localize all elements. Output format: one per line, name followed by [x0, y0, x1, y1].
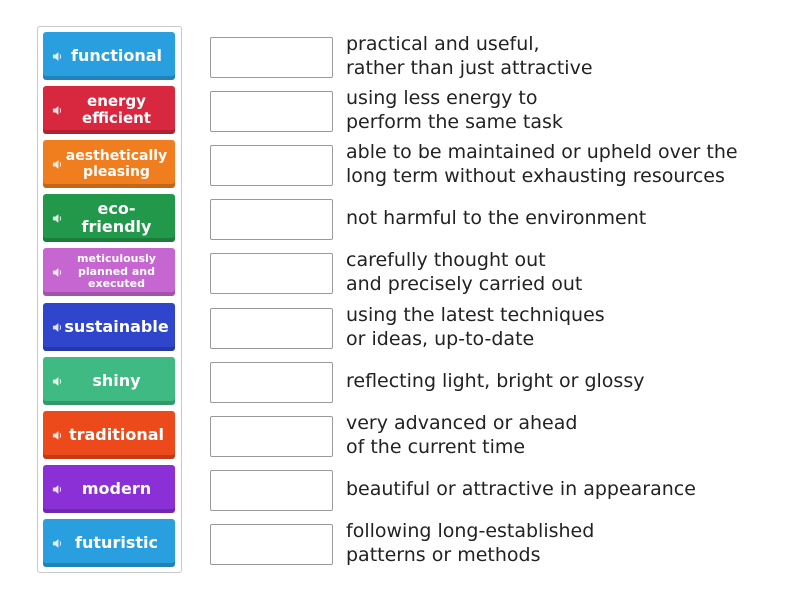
word-tile-label: functional — [70, 45, 163, 65]
definition-line-1: not harmful to the environment — [346, 207, 647, 229]
answer-slot[interactable] — [210, 524, 333, 565]
definition-text: using less energy to perform the same tas… — [346, 83, 786, 137]
definition-text: able to be maintained or upheld over the… — [346, 137, 786, 191]
answer-slot[interactable] — [210, 362, 333, 403]
definition-text: reflecting light, bright or glossy — [346, 354, 786, 408]
word-tile-label: energy efficient — [82, 91, 151, 127]
word-tile[interactable]: futuristic — [43, 519, 175, 567]
definition-line-2: and precisely carried out — [346, 273, 583, 295]
definition-text: beautiful or attractive in appearance — [346, 462, 786, 516]
definition-line-1: using the latest techniques — [346, 304, 605, 326]
definition-line-1: carefully thought out — [346, 249, 546, 271]
word-tile[interactable]: modern — [43, 465, 175, 513]
word-tile-label: modern — [81, 478, 152, 498]
word-tile[interactable]: traditional — [43, 411, 175, 459]
speaker-icon[interactable] — [50, 482, 64, 496]
answer-slot[interactable] — [210, 308, 333, 349]
definition-line-1: reflecting light, bright or glossy — [346, 370, 645, 392]
definition-line-2: long term without exhausting resources — [346, 165, 725, 187]
definition-line-1: following long-established — [346, 520, 595, 542]
word-tile-label: traditional — [68, 424, 165, 444]
answer-slot[interactable] — [210, 37, 333, 78]
answer-slot[interactable] — [210, 416, 333, 457]
definition-line-1: beautiful or attractive in appearance — [346, 478, 696, 500]
speaker-icon[interactable] — [50, 103, 64, 117]
word-tile[interactable]: sustainable — [43, 303, 175, 351]
speaker-icon[interactable] — [50, 265, 64, 279]
definition-line-1: very advanced or ahead — [346, 412, 578, 434]
definition-line-2: or ideas, up-to-date — [346, 328, 535, 350]
answer-slot[interactable] — [210, 91, 333, 132]
definition-line-2: perform the same task — [346, 111, 563, 133]
definition-text: following long-established patterns or me… — [346, 516, 786, 570]
speaker-icon[interactable] — [50, 320, 64, 334]
answer-slot[interactable] — [210, 253, 333, 294]
definition-line-2: patterns or methods — [346, 544, 541, 566]
definition-line-2: of the current time — [346, 436, 526, 458]
word-tile[interactable]: energy efficient — [43, 86, 175, 134]
definition-text: practical and useful, rather than just at… — [346, 29, 786, 83]
definition-text: not harmful to the environment — [346, 191, 786, 245]
definition-line-1: practical and useful, — [346, 33, 540, 55]
definition-line-1: able to be maintained or upheld over the — [346, 141, 738, 163]
speaker-icon[interactable] — [50, 374, 64, 388]
speaker-icon[interactable] — [50, 49, 64, 63]
speaker-icon[interactable] — [50, 536, 64, 550]
definition-text: carefully thought out and precisely carri… — [346, 245, 786, 299]
word-tile-label: futuristic — [75, 532, 158, 552]
definition-line-1: using less energy to — [346, 87, 538, 109]
speaker-icon[interactable] — [50, 428, 64, 442]
word-tile[interactable]: functional — [43, 32, 175, 80]
word-tile[interactable]: meticulously planned and executed — [43, 248, 175, 296]
speaker-icon[interactable] — [50, 157, 64, 171]
word-tile-label: sustainable — [64, 316, 169, 336]
answer-slot[interactable] — [210, 145, 333, 186]
word-tile-label: shiny — [92, 370, 141, 390]
word-tile[interactable]: aesthetically pleasing — [43, 140, 175, 188]
word-tile-label: eco-friendly — [81, 198, 152, 236]
word-tile-label: meticulously planned and executed — [77, 252, 156, 291]
answer-slot[interactable] — [210, 470, 333, 511]
word-tile-label: aesthetically pleasing — [65, 147, 168, 180]
definition-line-2: rather than just attractive — [346, 57, 593, 79]
speaker-icon[interactable] — [50, 211, 64, 225]
answer-slot[interactable] — [210, 199, 333, 240]
definition-text: very advanced or ahead of the current tim… — [346, 408, 786, 462]
word-tile[interactable]: eco-friendly — [43, 194, 175, 242]
word-tile[interactable]: shiny — [43, 357, 175, 405]
definition-text: using the latest techniques or ideas, up-… — [346, 300, 786, 354]
